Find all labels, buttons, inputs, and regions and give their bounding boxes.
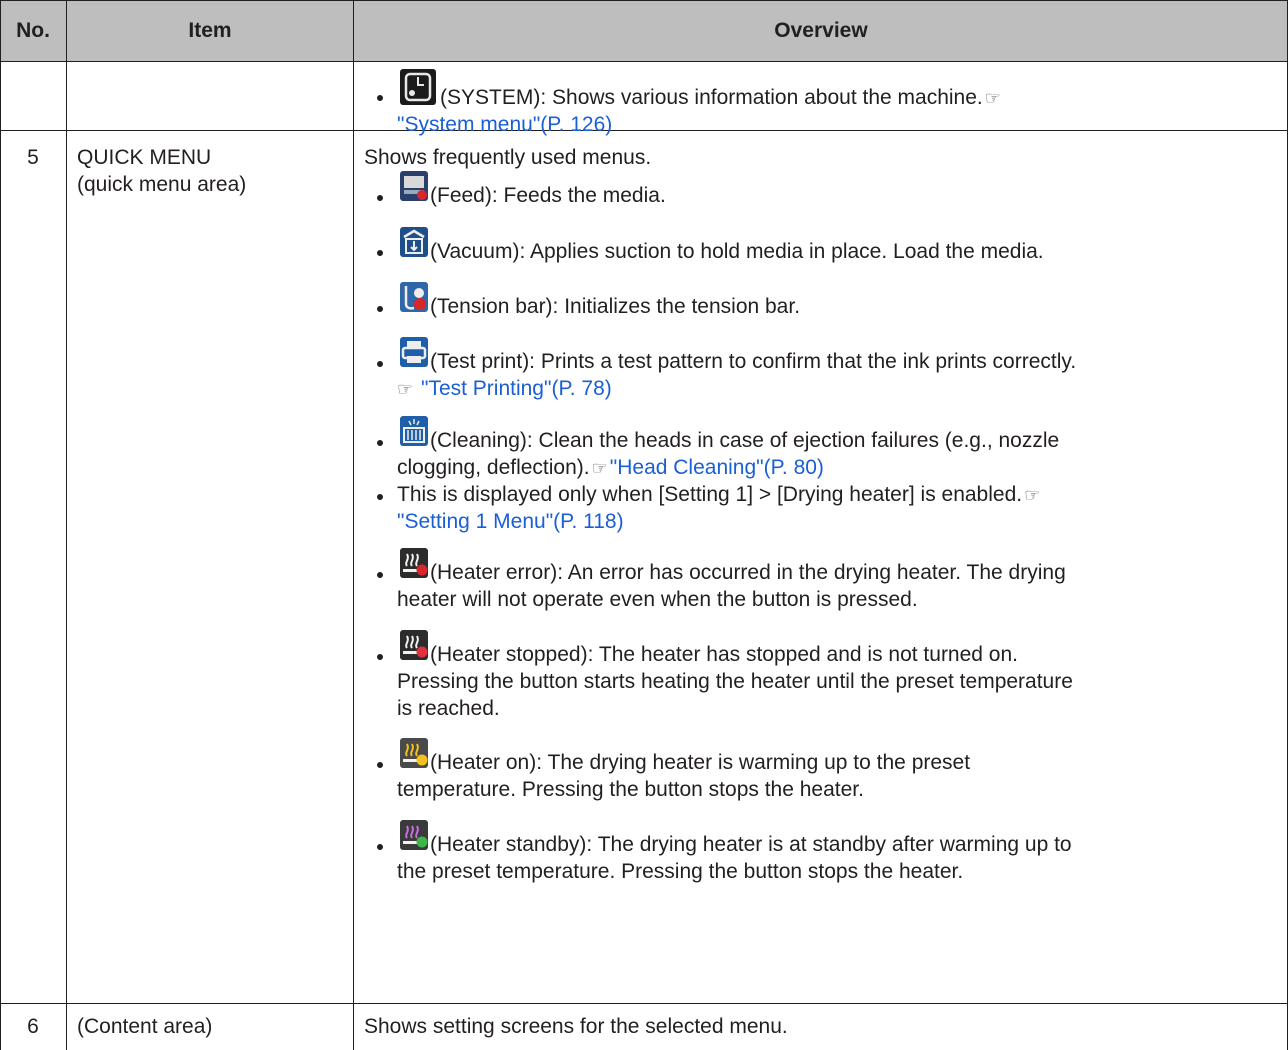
item-name: QUICK MENU [77, 146, 212, 169]
bullet [377, 195, 383, 201]
reference-icon: ☞ [397, 379, 414, 399]
heater-standby-icon [400, 820, 428, 850]
bullet [377, 494, 383, 500]
rule-header-bottom [0, 61, 1288, 62]
link-test-printing[interactable]: "Test Printing"(P. 78) [421, 377, 612, 400]
cleaning-icon [400, 416, 428, 446]
rule-row1-bottom [0, 130, 1288, 131]
reference-icon: ☞ [984, 88, 1001, 108]
header-item: Item [188, 19, 232, 42]
link-setting-1-menu[interactable]: "Setting 1 Menu"(P. 118) [397, 509, 624, 535]
rule-row2-bottom [0, 1003, 1288, 1004]
tension-bar-icon [400, 282, 428, 312]
heater-error-icon [400, 548, 428, 578]
header-no: No. [16, 19, 50, 42]
heater-stopped-description-line3: is reached. [397, 697, 500, 720]
bullet [377, 762, 383, 768]
drying-heater-note: This is displayed only when [Setting 1] … [397, 483, 1041, 506]
row-number: 6 [27, 1015, 39, 1038]
bullet [377, 361, 383, 367]
bullet [377, 306, 383, 312]
feed-icon [400, 171, 428, 201]
system-description: (SYSTEM): Shows various information abou… [440, 86, 1001, 109]
bullet [377, 654, 383, 660]
spec-table: No. Item Overview (SYSTEM): Shows variou… [0, 0, 1288, 1050]
row-number: 5 [27, 146, 39, 169]
reference-icon: ☞ [1024, 485, 1041, 505]
header-overview: Overview [774, 19, 868, 42]
feed-description: (Feed): Feeds the media. [430, 184, 666, 207]
link-head-cleaning[interactable]: "Head Cleaning"(P. 80) [610, 456, 824, 479]
link-system-menu[interactable]: "System menu"(P. 126) [397, 112, 612, 138]
rule-top [0, 0, 1288, 1]
heater-stopped-icon [400, 630, 428, 660]
overview-intro: Shows frequently used menus. [364, 146, 652, 169]
bullet [377, 95, 383, 101]
heater-standby-description-line1: (Heater standby): The drying heater is a… [430, 833, 1072, 856]
tension-bar-description: (Tension bar): Initializes the tension b… [430, 295, 801, 318]
bullet [377, 250, 383, 256]
heater-stopped-description-line2: Pressing the button starts heating the h… [397, 670, 1073, 693]
heater-on-description-line1: (Heater on): The drying heater is warmin… [430, 751, 971, 774]
heater-standby-description-line2: the preset temperature. Pressing the but… [397, 860, 964, 883]
bullet [377, 844, 383, 850]
test-print-description: (Test print): Prints a test pattern to c… [430, 350, 1077, 373]
item-subtitle: (quick menu area) [77, 173, 247, 196]
cleaning-description-line1: (Cleaning): Clean the heads in case of e… [430, 429, 1060, 452]
heater-stopped-description-line1: (Heater stopped): The heater has stopped… [430, 643, 1018, 666]
heater-error-description-line2: heater will not operate even when the bu… [397, 588, 918, 611]
bullet [377, 572, 383, 578]
heater-error-description-line1: (Heater error): An error has occurred in… [430, 561, 1066, 584]
overview-intro: Shows setting screens for the selected m… [364, 1015, 788, 1038]
test-print-icon [400, 337, 428, 367]
reference-icon: ☞ [591, 458, 608, 478]
cleaning-description-line2: clogging, deflection). ☞"Head Cleaning"(P… [397, 456, 824, 479]
vacuum-icon [400, 227, 428, 257]
item-name: (Content area) [77, 1015, 213, 1038]
bullet [377, 440, 383, 446]
rule-col2 [353, 0, 354, 1050]
rule-col1 [66, 0, 67, 1050]
system-icon [400, 69, 436, 105]
test-print-reference: ☞ "Test Printing"(P. 78) [397, 376, 612, 402]
vacuum-description: (Vacuum): Applies suction to hold media … [430, 240, 1044, 263]
heater-on-icon [400, 738, 428, 768]
heater-on-description-line2: temperature. Pressing the button stops t… [397, 778, 864, 801]
